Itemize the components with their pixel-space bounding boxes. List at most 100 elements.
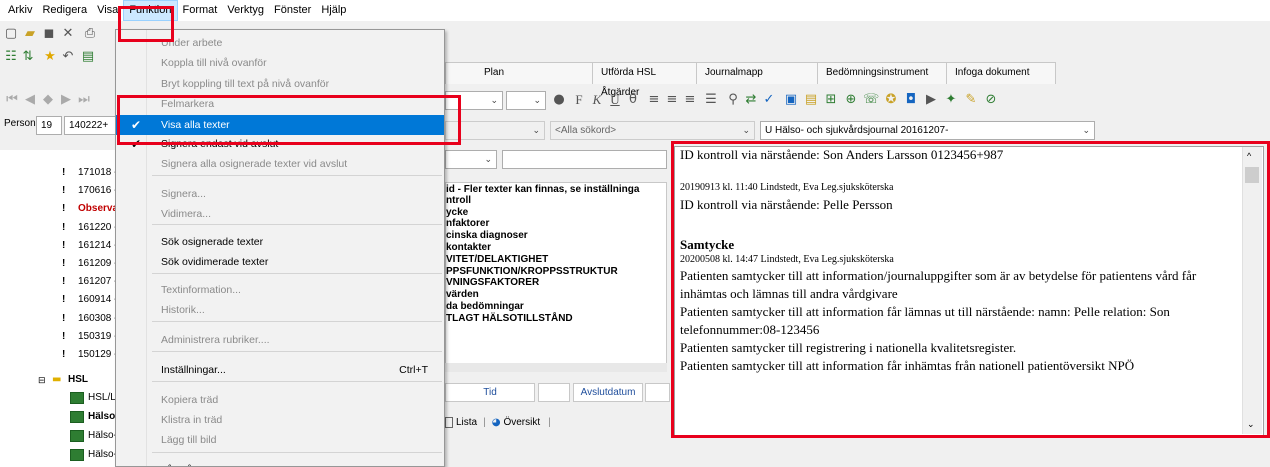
save-icon[interactable]: ◼ bbox=[41, 26, 57, 42]
underline-icon[interactable]: U bbox=[607, 92, 623, 108]
check-circle-icon[interactable]: ⊘ bbox=[983, 92, 999, 108]
pin-icon[interactable]: ✦ bbox=[943, 92, 959, 108]
tab-bedomningsinstrument[interactable]: Bedömningsinstrument bbox=[817, 62, 947, 84]
list-item[interactable]: PPSFUNKTION/KROPPSSTRUKTUR bbox=[446, 266, 666, 278]
menu-separator bbox=[152, 381, 442, 382]
menu-redigera[interactable]: Redigera bbox=[37, 0, 92, 21]
strike-icon[interactable]: θ bbox=[625, 92, 641, 108]
lamp-icon[interactable]: ✪ bbox=[883, 92, 899, 108]
star-icon[interactable]: ★ bbox=[42, 49, 58, 65]
size-combo[interactable]: ⌄ bbox=[506, 91, 546, 110]
list-hscroll[interactable] bbox=[445, 363, 667, 372]
align-right-icon[interactable]: ≡ bbox=[682, 92, 698, 108]
tid-field[interactable] bbox=[538, 383, 570, 402]
new-doc-icon[interactable]: ▢ bbox=[3, 26, 19, 42]
menu-item[interactable]: Låt stå bbox=[116, 460, 444, 466]
insert-icon[interactable]: ⊕ bbox=[843, 92, 859, 108]
spellcheck-icon[interactable]: ✓ bbox=[761, 92, 777, 108]
align-center-icon[interactable]: ≡ bbox=[664, 92, 680, 108]
keyword-combo[interactable]: <Alla sökord> ⌄ bbox=[550, 121, 755, 140]
menu-item-label: Bryt koppling till text på nivå ovanför bbox=[161, 78, 330, 90]
list-item[interactable]: värden bbox=[446, 289, 666, 301]
tree-expand-icon[interactable]: ☷ bbox=[3, 49, 19, 65]
menu-item[interactable]: Administrera rubriker.... bbox=[116, 330, 444, 350]
menu-item[interactable]: Kopiera träd bbox=[116, 390, 444, 410]
mark-icon[interactable]: ◘ bbox=[903, 92, 919, 108]
lista-button[interactable]: Lista bbox=[456, 417, 477, 428]
tree-row-label: 170616 - bbox=[78, 185, 118, 197]
italic-icon[interactable]: K bbox=[589, 92, 605, 108]
menu-item[interactable]: Inställningar... Ctrl+T bbox=[116, 360, 444, 380]
heading-filter-field[interactable] bbox=[502, 150, 667, 169]
list-item[interactable]: VITET/DELAKTIGHET bbox=[446, 254, 666, 266]
menu-item-label: Inställningar... bbox=[161, 364, 226, 376]
find-icon[interactable]: ⚲ bbox=[725, 92, 741, 108]
delete-icon[interactable]: ✕ bbox=[60, 26, 76, 42]
print-icon[interactable]: ⎙ bbox=[82, 26, 98, 42]
menu-item[interactable]: Koppla till nivå ovanför bbox=[116, 53, 444, 73]
play-icon[interactable]: ▶ bbox=[923, 92, 939, 108]
menu-item-label: Sök ovidimerade texter bbox=[161, 256, 269, 268]
list-item[interactable]: kontakter bbox=[446, 242, 666, 254]
menu-separator bbox=[152, 175, 442, 176]
list-item[interactable]: da bedömningar bbox=[446, 301, 666, 313]
sort-icon[interactable]: ⇅ bbox=[20, 49, 36, 65]
menu-item[interactable]: Signera... bbox=[116, 184, 444, 204]
menu-format[interactable]: Format bbox=[178, 0, 223, 21]
tab-plan[interactable]: Plan bbox=[445, 62, 593, 84]
diamond-icon[interactable]: ◆ bbox=[40, 92, 56, 108]
align-left-icon[interactable]: ≡ bbox=[646, 92, 662, 108]
avslutdatum-field[interactable] bbox=[645, 383, 670, 402]
list-item[interactable]: nfaktorer bbox=[446, 218, 666, 230]
menu-verktyg[interactable]: Verktyg bbox=[222, 0, 269, 21]
oversikt-button[interactable]: Översikt bbox=[503, 417, 540, 428]
tid-button[interactable]: Tid bbox=[445, 383, 535, 402]
tab-infoga-dokument[interactable]: Infoga dokument bbox=[946, 62, 1056, 84]
tab-journalmapp[interactable]: Journalmapp bbox=[696, 62, 818, 84]
pen-icon[interactable]: ✎ bbox=[963, 92, 979, 108]
tab-utforda-hsl[interactable]: Utförda HSL Åtgärder bbox=[592, 62, 697, 98]
warning-icon: ! bbox=[62, 349, 66, 360]
list-item[interactable]: TLAGT HÄLSOTILLSTÅND bbox=[446, 313, 666, 325]
tree-row-label: 161220 - bbox=[78, 221, 118, 233]
menu-item[interactable]: Bryt koppling till text på nivå ovanför bbox=[116, 74, 444, 94]
next-icon[interactable]: ▶ bbox=[58, 92, 74, 108]
bold-icon[interactable]: F bbox=[571, 92, 587, 108]
list-icon[interactable]: ☰ bbox=[703, 92, 719, 108]
menu-item[interactable]: Sök ovidimerade texter bbox=[116, 252, 444, 272]
menu-item-label: Textinformation... bbox=[161, 284, 241, 296]
note-icon[interactable]: ▤ bbox=[80, 49, 96, 65]
phone-icon[interactable]: ☏ bbox=[863, 92, 879, 108]
list-item[interactable]: VNINGSFAKTORER bbox=[446, 277, 666, 289]
menu-item[interactable]: Sök osignerade texter bbox=[116, 232, 444, 252]
undo-icon[interactable]: ↶ bbox=[60, 49, 76, 65]
person-number-field[interactable]: 19 bbox=[36, 116, 62, 135]
list-item[interactable]: ntroll bbox=[446, 195, 666, 207]
image-icon[interactable]: ▣ bbox=[783, 92, 799, 108]
prev-icon[interactable]: ◀ bbox=[22, 92, 38, 108]
heading-combo[interactable]: ⌄ bbox=[445, 150, 497, 169]
list-item[interactable]: ycke bbox=[446, 207, 666, 219]
collapse-icon[interactable]: ⊟ bbox=[38, 372, 46, 388]
last-icon[interactable]: ⏭ bbox=[76, 92, 92, 108]
menu-item[interactable]: Klistra in träd bbox=[116, 410, 444, 430]
open-folder-icon[interactable]: ▰ bbox=[22, 26, 38, 42]
table-icon[interactable]: ⊞ bbox=[823, 92, 839, 108]
menu-item[interactable]: Lägg till bild bbox=[116, 430, 444, 450]
list-item[interactable]: cinska diagnoser bbox=[446, 230, 666, 242]
keyword-value: <Alla sökord> bbox=[555, 125, 617, 136]
menu-fonster[interactable]: Fönster bbox=[269, 0, 316, 21]
document-icon[interactable]: ▤ bbox=[803, 92, 819, 108]
menu-item[interactable]: Vidimera... bbox=[116, 204, 444, 224]
first-icon[interactable]: ⏮ bbox=[4, 92, 20, 108]
menu-arkiv[interactable]: Arkiv bbox=[3, 0, 37, 21]
journal-combo[interactable]: U Hälso- och sjukvårdsjournal 20161207- ⌄ bbox=[760, 121, 1095, 140]
menu-separator bbox=[152, 321, 442, 322]
menu-item[interactable]: Textinformation... bbox=[116, 280, 444, 300]
replace-icon[interactable]: ⇄ bbox=[743, 92, 759, 108]
menu-hjalp[interactable]: Hjälp bbox=[316, 0, 351, 21]
color-icon[interactable]: ● bbox=[551, 92, 567, 108]
menu-item[interactable]: Historik... bbox=[116, 300, 444, 320]
person-id-field[interactable]: 140222+ bbox=[64, 116, 116, 135]
menu-item[interactable]: Signera alla osignerade texter vid avslu… bbox=[116, 154, 444, 174]
